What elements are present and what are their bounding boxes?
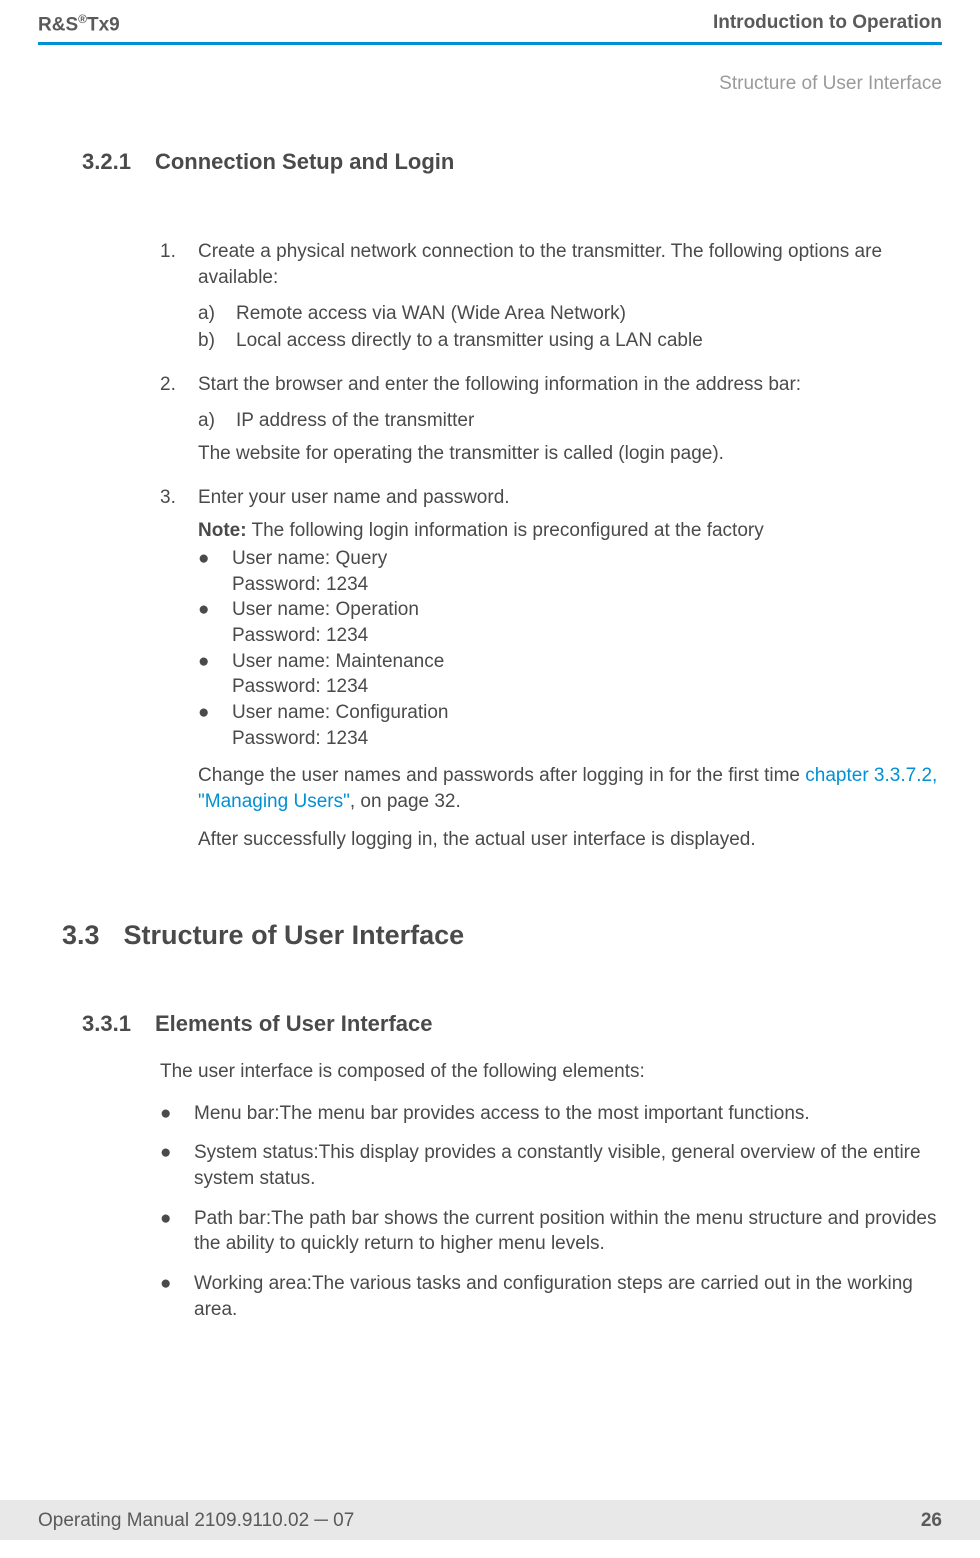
- credential-user: User name: Maintenance: [232, 649, 444, 675]
- product-id: R&S®Tx9: [38, 12, 120, 36]
- section-name: Structure of User Interface: [38, 73, 942, 95]
- step-1-option-a: a) Remote access via WAN (Wide Area Netwo…: [198, 301, 942, 327]
- page-number: 26: [921, 1510, 942, 1532]
- element-heading: Working area:: [194, 1273, 312, 1294]
- section-body-3-2-1: 1. Create a physical network connection …: [82, 239, 942, 852]
- manual-id-dash: ─: [314, 1510, 327, 1531]
- step-1-options: a) Remote access via WAN (Wide Area Netwo…: [160, 301, 942, 354]
- note-text: The following login information is preco…: [247, 520, 764, 541]
- page: R&S®Tx9 Introduction to Operation Struct…: [0, 0, 980, 1558]
- numbered-steps: 1. Create a physical network connection …: [160, 239, 942, 852]
- step-text: Start the browser and enter the followin…: [198, 372, 801, 398]
- heading-title: Elements of User Interface: [155, 1011, 433, 1037]
- option-label: b): [198, 328, 222, 354]
- elements-intro: The user interface is composed of the fo…: [160, 1059, 942, 1085]
- credentials-list: ●User name: QueryPassword: 1234 ●User na…: [198, 546, 942, 751]
- step-number: 3.: [160, 485, 184, 511]
- element-item: ● Path bar:The path bar shows the current…: [160, 1206, 942, 1257]
- change-password-note: Change the user names and passwords afte…: [198, 763, 942, 814]
- option-text: IP address of the transmitter: [236, 408, 474, 434]
- credential-pass: Password: 1234: [232, 572, 387, 598]
- manual-id-1: Operating Manual 2109.9110.02: [38, 1510, 314, 1531]
- credential-item: ● User name: MaintenancePassword: 1234: [198, 649, 942, 700]
- credential-user: User name: Query: [232, 546, 387, 572]
- element-heading: Menu bar:: [194, 1103, 280, 1124]
- header-sub-wrap: Structure of User Interface: [38, 73, 942, 95]
- note-label: Note:: [198, 520, 247, 541]
- option-text: Local access directly to a transmitter u…: [236, 328, 703, 354]
- credential-item: ● User name: QueryPassword: 1234: [198, 546, 942, 597]
- step-3: 3. Enter your user name and password. No…: [160, 485, 942, 852]
- step-number: 2.: [160, 372, 184, 398]
- credential-pass: Password: 1234: [232, 726, 449, 752]
- heading-number: 3.3.1: [82, 1011, 131, 1037]
- change-text-2: , on page 32.: [350, 791, 461, 812]
- step-number: 1.: [160, 239, 184, 290]
- step-1: 1. Create a physical network connection …: [160, 239, 942, 354]
- element-item: ●System status:This display provides a c…: [160, 1140, 942, 1191]
- step-2-result: The website for operating the transmitte…: [198, 441, 942, 467]
- chapter-title: Introduction to Operation: [713, 12, 942, 34]
- bullet-icon: ●: [160, 1140, 180, 1191]
- heading-3-3-1: 3.3.1 Elements of User Interface: [82, 1011, 942, 1037]
- heading-number: 3.2.1: [82, 149, 131, 175]
- header-right: Introduction to Operation: [713, 12, 942, 34]
- change-text-1: Change the user names and passwords afte…: [198, 765, 805, 786]
- credential-user: User name: Configuration: [232, 700, 449, 726]
- manual-id-2: 07: [328, 1510, 354, 1531]
- page-header: R&S®Tx9 Introduction to Operation: [38, 0, 942, 36]
- registered-mark: ®: [78, 12, 87, 26]
- bullet-icon: ●: [198, 700, 218, 751]
- product-suffix: Tx9: [87, 14, 120, 35]
- elements-list: ● Menu bar:The menu bar provides access t…: [160, 1101, 942, 1322]
- content-area: 3.2.1 Connection Setup and Login 1. Crea…: [38, 95, 942, 1322]
- step-2-option-a: a) IP address of the transmitter: [198, 408, 942, 434]
- product-prefix: R&S: [38, 14, 78, 35]
- heading-number: 3.3: [62, 920, 100, 951]
- element-desc: The path bar shows the current position …: [194, 1208, 936, 1255]
- footer-left: Operating Manual 2109.9110.02 ─ 07: [38, 1510, 354, 1532]
- header-rule: [38, 42, 942, 45]
- step-text: Enter your user name and password.: [198, 485, 510, 511]
- element-desc: The menu bar provides access to the most…: [280, 1103, 810, 1124]
- element-heading: System status:: [194, 1142, 319, 1163]
- step-2: 2. Start the browser and enter the follo…: [160, 372, 942, 467]
- bullet-icon: ●: [198, 546, 218, 597]
- bullet-icon: ●: [160, 1101, 180, 1127]
- step-text: Create a physical network connection to …: [198, 239, 942, 290]
- element-item: ●Working area:The various tasks and conf…: [160, 1271, 942, 1322]
- step-1-option-b: b) Local access directly to a transmitter…: [198, 328, 942, 354]
- option-label: a): [198, 301, 222, 327]
- heading-3-2-1: 3.2.1 Connection Setup and Login: [82, 149, 942, 175]
- heading-3-3: 3.3 Structure of User Interface: [62, 920, 942, 951]
- option-text: Remote access via WAN (Wide Area Network…: [236, 301, 626, 327]
- bullet-icon: ●: [160, 1206, 180, 1257]
- element-heading: Path bar:: [194, 1208, 271, 1229]
- credential-item: ● User name: OperationPassword: 1234: [198, 597, 942, 648]
- credential-pass: Password: 1234: [232, 674, 444, 700]
- credential-user: User name: Operation: [232, 597, 419, 623]
- step-3-note: Note: The following login information is…: [198, 518, 942, 544]
- bullet-icon: ●: [160, 1271, 180, 1322]
- heading-title: Structure of User Interface: [124, 920, 465, 951]
- option-label: a): [198, 408, 222, 434]
- bullet-icon: ●: [198, 649, 218, 700]
- credential-pass: Password: 1234: [232, 623, 419, 649]
- bullet-icon: ●: [198, 597, 218, 648]
- credential-item: ● User name: ConfigurationPassword: 1234: [198, 700, 942, 751]
- heading-title: Connection Setup and Login: [155, 149, 454, 175]
- step-2-options: a) IP address of the transmitter: [160, 408, 942, 434]
- page-footer: Operating Manual 2109.9110.02 ─ 07 26: [0, 1500, 980, 1540]
- section-body-3-3-1: The user interface is composed of the fo…: [82, 1059, 942, 1322]
- step-3-result: After successfully logging in, the actua…: [198, 827, 942, 853]
- element-item: ● Menu bar:The menu bar provides access t…: [160, 1101, 942, 1127]
